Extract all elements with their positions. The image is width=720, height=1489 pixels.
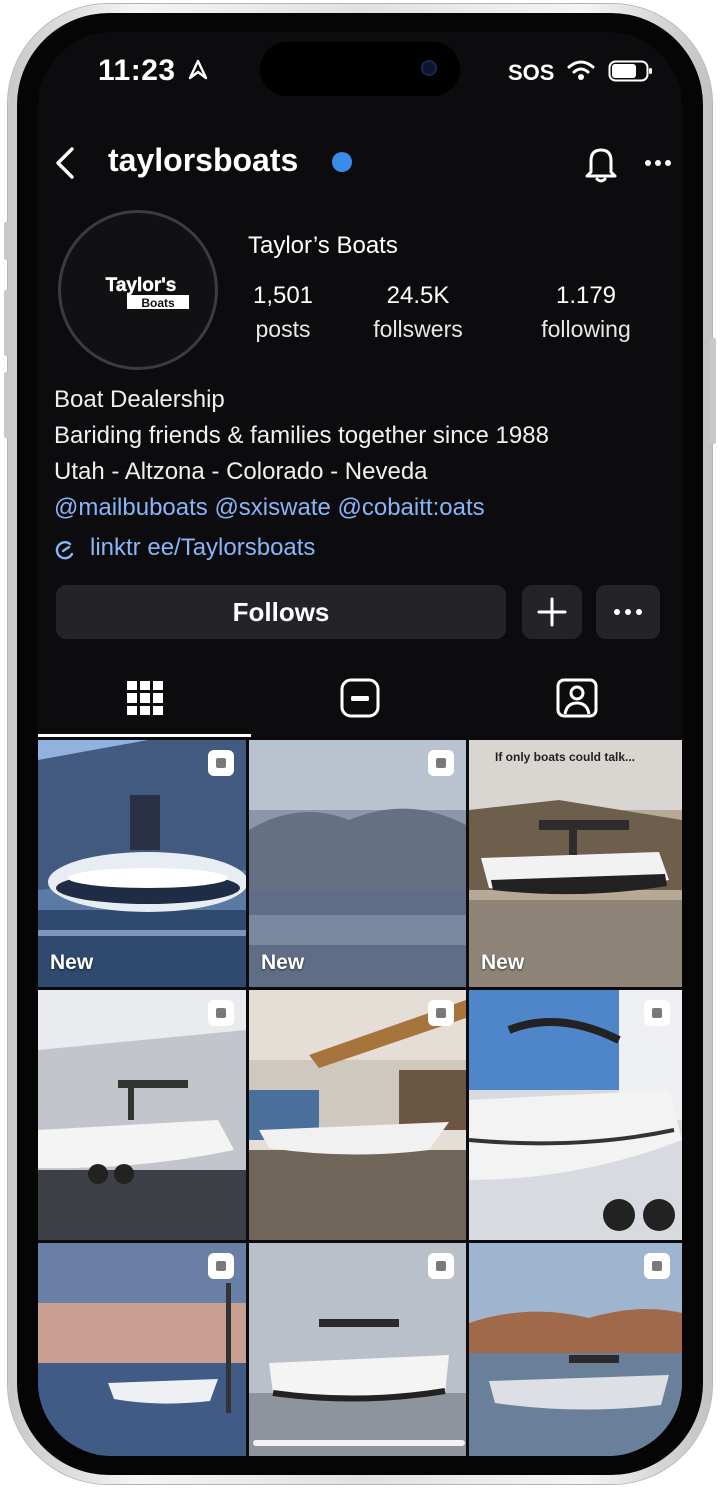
more-options-icon[interactable] <box>644 158 672 168</box>
stat-posts-label: posts <box>255 316 311 342</box>
add-button[interactable] <box>522 585 582 639</box>
stat-posts[interactable]: 1,501 posts <box>236 282 330 343</box>
multi-post-icon <box>428 1000 454 1026</box>
grid-post[interactable] <box>38 1243 246 1456</box>
stat-followers-label: follswers <box>373 316 463 342</box>
profile-avatar[interactable]: Taylor's Boats <box>58 210 218 370</box>
svg-text:Boats: Boats <box>141 296 175 310</box>
grid-post[interactable] <box>469 990 682 1240</box>
post-caption-overlay: If only boats could talk... <box>495 750 636 764</box>
more-actions-button[interactable] <box>596 585 660 639</box>
stat-posts-value: 1,501 <box>252 282 314 309</box>
screen: 11:23 SOS taylorsboats Taylor's Boats Ta… <box>38 32 682 1456</box>
stat-following-label: following <box>541 316 631 342</box>
showroom-photo <box>249 990 466 1240</box>
verified-badge-icon <box>332 152 352 172</box>
grid-post[interactable] <box>469 1243 682 1456</box>
bio-link[interactable]: linktr ee/Taylorsboats <box>90 534 315 562</box>
home-indicator[interactable] <box>253 1440 465 1446</box>
profile-display-name: Taylor’s Boats <box>248 232 398 259</box>
status-time: 11:23 <box>98 54 176 87</box>
stat-followers-value: 24.5K <box>386 282 450 309</box>
volume-up-button <box>4 290 10 356</box>
grid-post[interactable]: New <box>38 740 246 987</box>
boat-photo <box>469 990 682 1240</box>
notification-bell-icon[interactable] <box>582 144 620 184</box>
wifi-icon <box>567 60 595 80</box>
ellipsis-icon <box>614 609 642 615</box>
active-tab-indicator <box>38 734 251 737</box>
new-label: New <box>261 951 305 974</box>
grid-post[interactable]: New <box>249 740 466 987</box>
power-button <box>710 338 716 444</box>
stat-following-value: 1.179 <box>555 282 617 309</box>
boat-photo <box>469 740 682 987</box>
multi-post-icon <box>428 1253 454 1279</box>
stat-followers[interactable]: 24.5K follswers <box>356 282 480 343</box>
link-icon <box>55 541 74 560</box>
new-label: New <box>481 951 525 974</box>
action-button <box>4 222 10 260</box>
battery-icon <box>608 60 652 82</box>
taylors-boats-logo: Taylor's Boats <box>105 275 189 310</box>
grid-post[interactable]: If only boats could talk... New <box>469 740 682 987</box>
bio-line: Bariding friends & families together sin… <box>54 422 549 449</box>
bio-mentions[interactable]: @mailbuboats @sxiswate @cobaitt:oats <box>54 494 485 522</box>
new-label: New <box>50 951 94 974</box>
multi-post-icon <box>208 1000 234 1026</box>
back-chevron-icon[interactable] <box>52 146 78 180</box>
follows-button[interactable]: Follows <box>56 585 506 639</box>
stat-following[interactable]: 1.179 following <box>522 282 650 343</box>
multi-post-icon <box>644 1253 670 1279</box>
grid-tab-icon[interactable] <box>126 680 164 716</box>
multi-post-icon <box>644 1000 670 1026</box>
profile-username: taylorsboats <box>108 142 299 178</box>
multi-post-icon <box>428 750 454 776</box>
status-carrier: SOS <box>508 60 555 85</box>
boat-photo <box>38 740 246 987</box>
boat-photo <box>38 990 246 1240</box>
lake-photo <box>249 740 466 987</box>
multi-post-icon <box>208 750 234 776</box>
bio-line: Utah - Altzona - Colorado - Neveda <box>54 458 428 485</box>
front-camera <box>421 60 437 76</box>
grid-post[interactable] <box>249 990 466 1240</box>
location-arrow-icon <box>188 59 208 80</box>
grid-post[interactable] <box>249 1243 466 1456</box>
grid-post[interactable] <box>38 990 246 1240</box>
reels-tab-icon[interactable] <box>340 678 380 718</box>
bio-category: Boat Dealership <box>54 386 225 413</box>
plus-icon <box>537 597 567 627</box>
svg-text:Taylor's: Taylor's <box>106 275 177 296</box>
tagged-tab-icon[interactable] <box>556 678 598 718</box>
multi-post-icon <box>208 1253 234 1279</box>
volume-down-button <box>4 372 10 438</box>
